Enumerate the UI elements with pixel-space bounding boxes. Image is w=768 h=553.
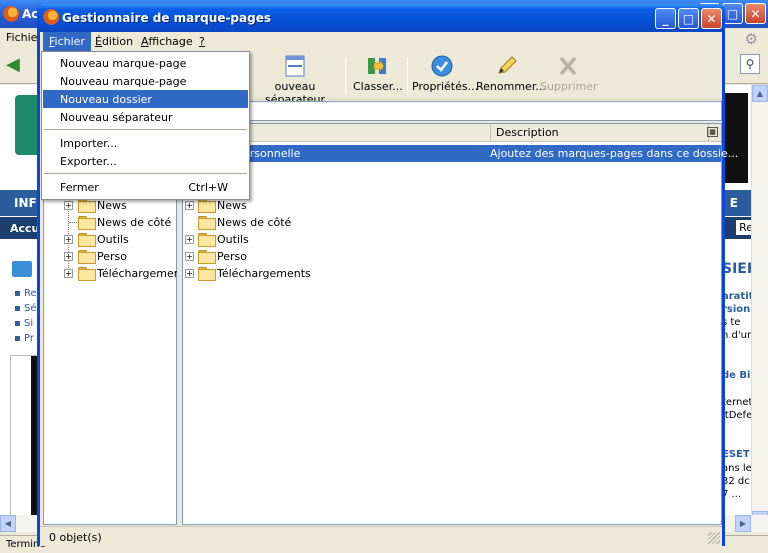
firefox-icon — [43, 9, 59, 25]
menu-item-new-separator[interactable]: Nouveau séparateur — [43, 108, 248, 126]
bg-bullet-item[interactable]: ▪ Sé — [14, 303, 36, 314]
folder-icon — [78, 216, 96, 230]
list-row-personal-toolbar[interactable]: ersonnelle Ajoutez des marques-pages dan… — [183, 145, 738, 162]
menu-edition[interactable]: Édition — [89, 32, 139, 52]
bookmark-list[interactable]: Description ▦ ersonnelle Ajoutez des mar… — [182, 123, 738, 525]
column-header-description[interactable]: Description — [491, 124, 709, 142]
tree-item-outils[interactable]: + Outils — [44, 231, 176, 248]
statusbar: 0 objet(s) — [40, 526, 722, 546]
scroll-right-icon[interactable]: ▶ — [735, 515, 751, 532]
folder-icon — [78, 233, 96, 247]
scroll-left-icon[interactable]: ◀ — [0, 515, 16, 532]
bookmark-manager-titlebar[interactable]: Gestionnaire de marque-pages _ □ ✕ — [37, 4, 725, 32]
menu-separator — [44, 173, 247, 174]
bg-maximize-button[interactable]: □ — [722, 3, 743, 24]
bg-bullet-item[interactable]: ▪ Pr — [14, 333, 34, 344]
bg-right-text: ans le — [722, 463, 752, 474]
scroll-up-icon[interactable]: ▲ — [752, 85, 768, 102]
move-folder-icon — [368, 58, 386, 74]
file-menu-dropdown: Nouveau marque-page Nouveau marque-page … — [41, 51, 250, 200]
bg-right-text: itDefe — [722, 410, 753, 421]
back-arrow-icon[interactable]: ◀ — [6, 54, 28, 75]
folder-icon — [78, 199, 96, 213]
bg-right-text: ternet — [722, 397, 753, 408]
maximize-button[interactable]: □ — [678, 8, 699, 29]
window-title: Gestionnaire de marque-pages — [62, 11, 271, 25]
folder-icon — [198, 216, 216, 230]
bg-bullet-item[interactable]: ▪ Re — [14, 288, 37, 299]
folder-icon — [198, 233, 216, 247]
search-icon[interactable]: ⚲ — [740, 54, 760, 74]
delete-icon — [559, 56, 577, 76]
minimize-button[interactable]: _ — [655, 8, 676, 29]
search-input[interactable] — [245, 101, 722, 121]
menu-item-new-bookmark[interactable]: Nouveau marque-page — [43, 54, 248, 72]
gear-icon[interactable]: ⚙ — [745, 30, 758, 48]
menu-item-export[interactable]: Exporter... — [43, 152, 248, 170]
move-button[interactable]: Classer... — [353, 55, 403, 97]
list-row[interactable]: s — [183, 162, 721, 179]
pencil-icon — [498, 56, 517, 74]
menu-affichage[interactable]: Affichage — [135, 32, 199, 52]
tree-item-news-de-cote[interactable]: News de côté — [44, 214, 176, 231]
checkmark-icon — [431, 55, 453, 77]
menu-item-new-folder[interactable]: Nouveau dossier — [43, 90, 248, 108]
folder-icon — [198, 267, 216, 281]
new-separator-button[interactable]: ouveau séparateur — [250, 55, 340, 106]
bg-close-button[interactable]: ✕ — [745, 3, 766, 24]
separator-icon — [285, 55, 305, 77]
bg-bullet-item[interactable]: ▪ Si — [14, 318, 33, 329]
background-image — [10, 355, 40, 525]
folder-icon — [78, 267, 96, 281]
bg-right-text: n d'ur — [722, 330, 752, 341]
properties-button[interactable]: Propriétés... — [412, 55, 478, 97]
background-vertical-scrollbar[interactable]: ▲ ▼ — [751, 85, 768, 528]
menubar: Fichier Édition Affichage ? — [40, 32, 722, 52]
menu-item-import[interactable]: Importer... — [43, 134, 248, 152]
bg-right-text: aratit — [722, 291, 754, 302]
bg-right-text: 32 dc — [722, 476, 750, 487]
delete-button[interactable]: Supprimer — [540, 55, 598, 97]
close-button[interactable]: ✕ — [701, 8, 722, 29]
tree-item-perso[interactable]: + Perso — [44, 248, 176, 265]
list-row-news-de-cote[interactable]: News de côté — [183, 214, 721, 231]
bg-right-text: rsion — [722, 304, 751, 315]
resize-grip-icon[interactable] — [708, 532, 720, 544]
folder-icon — [78, 250, 96, 264]
list-header: Description ▦ — [183, 124, 721, 142]
list-row-telechargements[interactable]: + Téléchargements — [183, 265, 721, 282]
folder-icon — [198, 199, 216, 213]
rss-icon — [12, 261, 32, 277]
menu-separator — [44, 129, 247, 130]
folder-icon — [198, 250, 216, 264]
rename-button[interactable]: Renommer... — [476, 55, 546, 97]
menu-item-close[interactable]: Fermer Ctrl+W — [43, 178, 248, 196]
status-text: 0 objet(s) — [49, 531, 102, 544]
menu-help[interactable]: ? — [193, 32, 211, 52]
list-row-perso[interactable]: + Perso — [183, 248, 721, 265]
menu-fichier[interactable]: Fichier — [43, 32, 91, 52]
tree-item-telechargements[interactable]: + Téléchargements — [44, 265, 191, 282]
column-picker-icon[interactable]: ▦ — [707, 127, 718, 137]
menu-item-new-live-bookmark[interactable]: Nouveau marque-page dynamique... — [43, 72, 248, 101]
list-row-news[interactable]: + News — [183, 197, 721, 214]
firefox-icon — [3, 6, 19, 22]
list-row-outils[interactable]: + Outils — [183, 231, 721, 248]
